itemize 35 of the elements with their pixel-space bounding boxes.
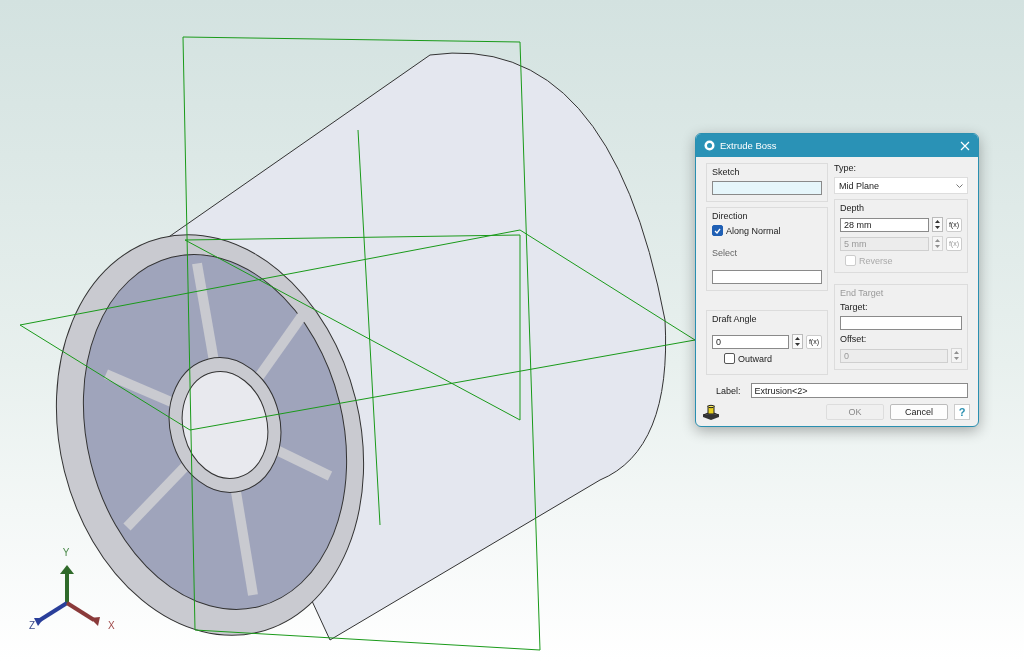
select-label: Select: [712, 247, 738, 260]
extrude-icon: [704, 140, 715, 151]
spin-buttons[interactable]: [791, 334, 803, 349]
checkbox[interactable]: [724, 353, 735, 364]
extrude-feature-icon: [702, 404, 720, 420]
checkbox-label: Along Normal: [726, 225, 781, 236]
group-title: Sketch: [712, 167, 741, 177]
group-title: Depth: [840, 203, 866, 213]
dialog-button[interactable]: Cancel: [890, 404, 948, 420]
spin-buttons[interactable]: [931, 217, 943, 232]
checkbox-label: Reverse: [859, 255, 893, 266]
type-label: Type:: [834, 163, 857, 173]
axis-triad-drawing: [34, 565, 100, 626]
target-label: Target:: [840, 302, 869, 312]
axis-label: Z: [29, 620, 36, 631]
axis-label: X: [108, 620, 115, 631]
group-title: Draft Angle: [712, 314, 758, 324]
checkbox-label: Outward: [738, 353, 772, 364]
close-button[interactable]: [960, 140, 970, 151]
label-field[interactable]: Extrusion<2>: [750, 383, 968, 398]
checkbox[interactable]: [712, 225, 723, 236]
target-field[interactable]: [840, 316, 962, 330]
sketch-field[interactable]: [712, 181, 822, 195]
help-button[interactable]: ?: [954, 404, 970, 420]
draft-angle-field[interactable]: 0: [712, 334, 789, 349]
axis-label: Y: [62, 547, 70, 558]
group-title: End Target: [840, 288, 885, 298]
group-title: Direction: [712, 211, 749, 221]
select-field[interactable]: [712, 270, 822, 284]
offset-label: Offset:: [840, 334, 868, 344]
dialog-title: Extrude Boss: [720, 140, 778, 151]
label-caption: Label:: [716, 385, 741, 396]
chevron-down-icon: [956, 183, 963, 188]
type-dropdown[interactable]: Mid Plane: [834, 177, 968, 194]
depth-field[interactable]: 28 mm: [840, 217, 929, 232]
